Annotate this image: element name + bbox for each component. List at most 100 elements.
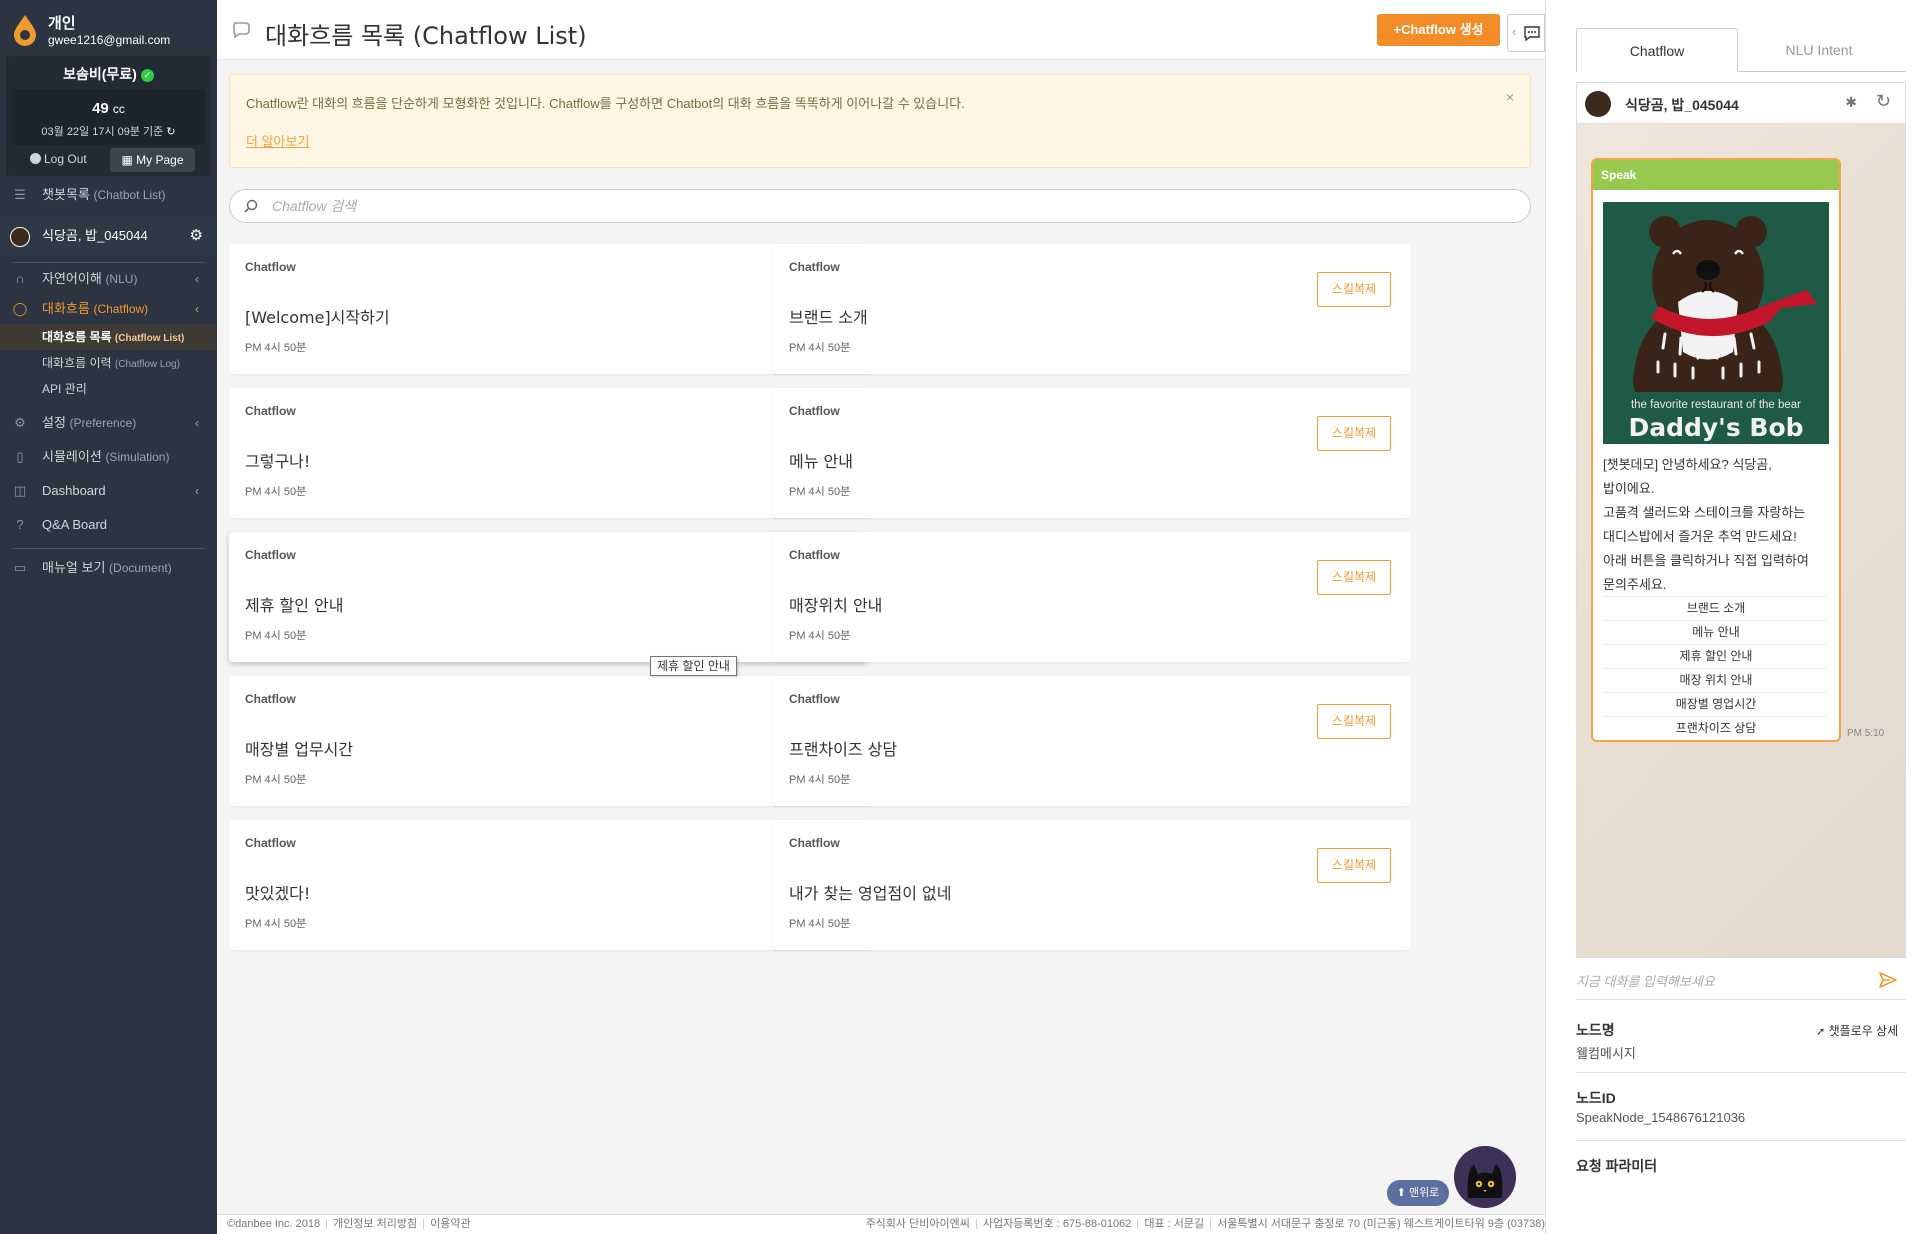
close-icon[interactable]: ×: [1506, 89, 1514, 105]
node-name-label: 노드명: [1576, 1022, 1615, 1038]
quick-reply-button[interactable]: 제휴 할인 안내: [1603, 644, 1829, 666]
learn-more-link[interactable]: 더 알아보기: [246, 131, 309, 150]
search-input[interactable]: [272, 190, 1512, 222]
sidebar-item-sublabel: (Preference): [69, 416, 137, 430]
sidebar-item-qa-board[interactable]: ? Q&A Board: [0, 510, 217, 540]
list-icon: ☰: [14, 187, 26, 202]
sidebar-item-nlu[interactable]: ∩ 자연어이해 (NLU) ‹: [0, 264, 217, 294]
sidebar-item-dashboard[interactable]: ◫ Dashboard ‹: [0, 476, 217, 506]
sidebar: 개인 gwee1216@gmail.com 보솜비(무료) ✓ 49 cc 03월…: [0, 0, 217, 1234]
scroll-top-button[interactable]: ⬆ 맨위로: [1387, 1180, 1449, 1206]
chatflow-card[interactable]: Chatflow 내가 찾는 영업점이 없네 PM 4시 50분 스킬복제: [773, 820, 1411, 950]
send-icon[interactable]: [1878, 970, 1898, 990]
chatflow-card[interactable]: Chatflow매장별 업무시간PM 4시 50분스킬복제: [229, 676, 867, 806]
card-label: Chatflow: [245, 260, 296, 274]
cc-balance: 49 cc: [12, 100, 205, 117]
sidebar-item-label: 챗봇목록: [42, 187, 90, 202]
subitem-label: 대화흐름 이력: [42, 356, 112, 370]
create-chatflow-button[interactable]: +Chatflow 생성: [1377, 14, 1500, 46]
chatflow-card[interactable]: Chatflow제휴 할인 안내PM 4시 50분스킬복제: [229, 532, 867, 662]
chevron-down-icon: ‹: [195, 302, 199, 316]
message-text: [챗봇데모] 안녕하세요? 식당곰, 밥이에요. 고품격 샐러드와 스테이크를 …: [1603, 453, 1833, 597]
sidebar-bot-selector[interactable]: 식당곰, 밥_045044 ⚙: [0, 216, 217, 256]
chat-icon: [1524, 26, 1540, 42]
sidebar-subitem-chatflow-log[interactable]: 대화흐름 이력 (Chatflow Log): [0, 350, 217, 376]
bug-icon[interactable]: ✱: [1845, 94, 1857, 111]
chatflow-card[interactable]: Chatflow 프랜차이즈 상담 PM 4시 50분 스킬복제: [773, 676, 1411, 806]
node-name-value: 웰컴메시지: [1576, 1046, 1636, 1061]
simulator-panel: Chatflow NLU Intent 식당곰, 밥_045044 ✱ ↻ Sp…: [1545, 0, 1921, 1234]
request-param-label: 요청 파라미터: [1576, 1158, 1658, 1174]
refresh-icon[interactable]: ↻: [166, 126, 175, 138]
sidebar-subitem-api[interactable]: API 관리: [0, 376, 217, 402]
panel-toggle-button[interactable]: ‹: [1507, 14, 1545, 52]
plan-label: 보솜비(무료): [63, 66, 137, 82]
chatflow-card[interactable]: Chatflow 메뉴 안내 PM 4시 50분 스킬복제: [773, 388, 1411, 518]
info-notice: Chatflow란 대화의 흐름을 단순하게 모형화한 것입니다. Chatfl…: [229, 74, 1531, 168]
copy-skill-button[interactable]: 스킬복제: [1317, 848, 1391, 883]
tab-chatflow[interactable]: Chatflow: [1576, 28, 1738, 72]
sidebar-subitem-chatflow-list[interactable]: 대화흐름 목록 (Chatflow List): [0, 324, 217, 350]
footer-left: ©danbee Inc. 2018 개인정보 처리방침 이용약관: [227, 1215, 471, 1234]
copy-skill-button[interactable]: 스킬복제: [1317, 416, 1391, 451]
card-time: PM 4시 50분: [245, 774, 307, 786]
speak-message: Speak the favorite restaurant of the bea…: [1591, 158, 1841, 742]
card-time: PM 4시 50분: [789, 486, 851, 498]
mypage-button[interactable]: ▦ My Page: [110, 148, 195, 172]
chatflow-card[interactable]: Chatflow 매장위치 안내 PM 4시 50분 스킬복제: [773, 532, 1411, 662]
card-title: 프랜차이즈 상담: [789, 740, 898, 759]
sidebar-item-simulation[interactable]: ▯ 시뮬레이션 (Simulation): [0, 442, 217, 472]
message-line: 대디스밥에서 즐거운 추억 만드세요!: [1603, 529, 1797, 544]
tab-underline: [1738, 71, 1906, 72]
quick-reply-button[interactable]: 프랜차이즈 상담: [1603, 716, 1829, 738]
chatflow-card[interactable]: Chatflow 브랜드 소개 PM 4시 50분 스킬복제: [773, 244, 1411, 374]
cat-chat-button[interactable]: [1454, 1146, 1516, 1208]
card-label: Chatflow: [789, 260, 840, 274]
footer-right: 주식회사 단비아이엔씨 사업자등록번호 : 675-88-01062 대표 : 서문…: [866, 1215, 1545, 1234]
sidebar-item-label: 시뮬레이션: [42, 449, 102, 464]
book-icon: ▭: [13, 560, 27, 575]
card-time: PM 4시 50분: [245, 486, 307, 498]
chat-message-input[interactable]: [1576, 966, 1866, 996]
logout-button[interactable]: Log Out: [30, 152, 87, 166]
quick-reply-button[interactable]: 매장 위치 안내: [1603, 668, 1829, 690]
chatflow-card[interactable]: Chatflow맛있겠다!PM 4시 50분스킬복제: [229, 820, 867, 950]
plan-name: 보솜비(무료) ✓: [6, 64, 211, 84]
chatflow-detail-link[interactable]: ➚ 챗플로우 상세: [1816, 1022, 1898, 1039]
privacy-link[interactable]: 개인정보 처리방침: [333, 1218, 417, 1230]
footer-biz-no: 사업자등록번호 : 675-88-01062: [982, 1218, 1132, 1230]
daddys-bob-image: the favorite restaurant of the bear Dadd…: [1603, 202, 1829, 444]
sidebar-item-preference[interactable]: ⚙ 설정 (Preference) ‹: [0, 408, 217, 438]
sidebar-item-document[interactable]: ▭ 매뉴얼 보기 (Document): [0, 553, 217, 583]
sidebar-item-chatflow[interactable]: ◯ 대화흐름 (Chatflow) ‹: [0, 294, 217, 324]
divider: [1576, 1140, 1906, 1141]
quick-reply-button[interactable]: 메뉴 안내: [1603, 620, 1829, 642]
footer-ceo: 대표 : 서문길: [1144, 1218, 1205, 1230]
sidebar-item-chatbot-list[interactable]: ☰ 챗봇목록 (Chatbot List): [0, 180, 217, 210]
card-title: 매장별 업무시간: [245, 740, 354, 759]
chatflow-card[interactable]: Chatflow[Welcome]시작하기PM 4시 50분스킬복제: [229, 244, 867, 374]
page-title: 대화흐름 목록 (Chatflow List): [265, 22, 587, 50]
quick-reply-button[interactable]: 매장별 영업시간: [1603, 692, 1829, 714]
user-email: gwee1216@gmail.com: [48, 33, 171, 47]
card-time: PM 4시 50분: [245, 342, 307, 354]
chat-body: Speak the favorite restaurant of the bea…: [1576, 124, 1906, 958]
copy-skill-button[interactable]: 스킬복제: [1317, 272, 1391, 307]
card-title: 그렇구나!: [245, 452, 311, 471]
chatflow-card[interactable]: Chatflow그렇구나!PM 4시 50분스킬복제: [229, 388, 867, 518]
sidebar-item-sublabel: (Document): [109, 561, 172, 575]
message-line: 고품격 샐러드와 스테이크를 자랑하는: [1603, 505, 1806, 520]
message-line: 문의주세요.: [1603, 577, 1667, 592]
gear-icon[interactable]: ⚙: [190, 216, 203, 256]
terms-link[interactable]: 이용약관: [430, 1218, 470, 1230]
refresh-icon[interactable]: ↻: [1876, 91, 1891, 112]
plan-box: 보솜비(무료) ✓ 49 cc 03월 22일 17시 09분 기준 ↻ Log …: [6, 56, 211, 176]
divider: [1576, 1072, 1906, 1073]
quick-reply-button[interactable]: 브랜드 소개: [1603, 596, 1829, 618]
tab-nlu-intent[interactable]: NLU Intent: [1738, 28, 1900, 72]
card-title: 내가 찾는 영업점이 없네: [789, 884, 952, 903]
subitem-sublabel: (Chatflow List): [114, 333, 185, 344]
chevron-left-icon: ‹: [1512, 24, 1517, 39]
copy-skill-button[interactable]: 스킬복제: [1317, 704, 1391, 739]
copy-skill-button[interactable]: 스킬복제: [1317, 560, 1391, 595]
